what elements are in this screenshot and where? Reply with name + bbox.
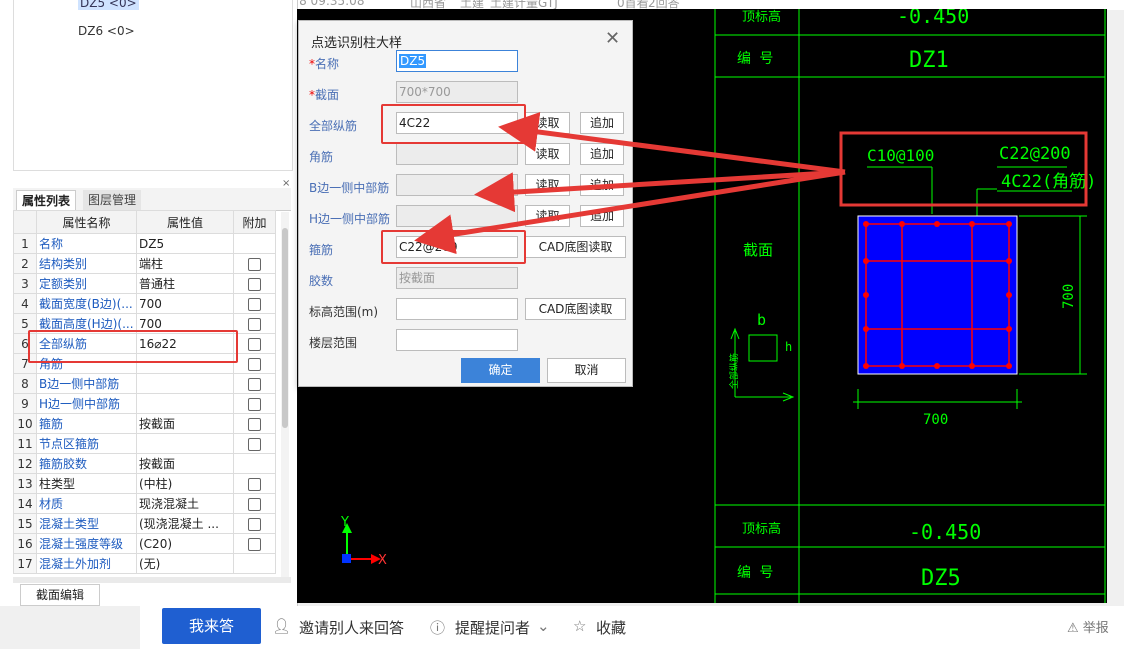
- report-label: 举报: [1082, 621, 1109, 636]
- answer-button[interactable]: 我来答: [162, 608, 261, 644]
- remind-link[interactable]: 提醒提问者: [455, 617, 530, 638]
- info-icon: ⓘ: [430, 619, 446, 637]
- person-icon: 👤︎: [272, 617, 292, 635]
- favorite-link[interactable]: 收藏: [596, 617, 626, 638]
- arrow-group: [414, 112, 846, 255]
- annotation-arrows: [414, 112, 846, 255]
- chevron-down-icon[interactable]: ⌄: [537, 617, 550, 635]
- warning-icon: ⚠: [1067, 621, 1079, 636]
- report-link[interactable]: ⚠ 举报: [1067, 617, 1109, 636]
- bottom-left-gap: [0, 606, 140, 649]
- star-icon: ☆: [573, 617, 587, 635]
- invite-link[interactable]: 邀请别人来回答: [299, 617, 404, 638]
